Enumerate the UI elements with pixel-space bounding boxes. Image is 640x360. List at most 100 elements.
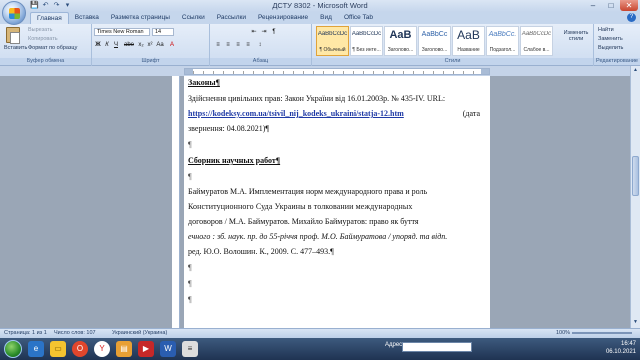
title-bar: 💾 ↶ ↷ ▾ ДСТУ 8302 - Microsoft Word – □ ✕ [0,0,640,12]
clipboard-group: Вставить Вырезать Копировать Формат по о… [0,24,92,66]
font-name-select[interactable]: Times New Roman [94,28,150,36]
minimize-button[interactable]: – [584,0,602,11]
empty-paragraph: ¶ [188,140,192,149]
format-painter-button[interactable]: Формат по образцу [28,45,77,51]
paragraph-label: Абзац [210,58,311,65]
empty-paragraph: ¶ [188,263,192,272]
style-normal[interactable]: AaBbCcDc ¶ Обычный [316,26,349,56]
zoom-level[interactable]: 100% [556,330,570,336]
paste-icon[interactable] [6,27,20,44]
find-button[interactable]: Найти [598,27,614,33]
editing-label: Редактирование [594,58,640,65]
zoom-slider[interactable] [572,332,632,334]
scroll-up-icon[interactable]: ▲ [632,67,639,75]
style-no-spacing[interactable]: AaBbCcDc ¶ Без инте... [350,26,383,56]
doc-line: Конституционного Суда Украины в толкован… [188,202,413,211]
style-title[interactable]: AaB Название [452,26,485,56]
tab-office-tab[interactable]: Office Tab [338,12,379,24]
font-label: Шрифт [92,58,209,65]
change-styles-button[interactable]: Изменить стили [560,30,592,42]
style-subtle-emphasis[interactable]: AaBbCcDc Слабое в... [520,26,553,56]
doc-line: ечного : зб. наук. пр. до 55-річчя проф.… [188,232,448,241]
document-page[interactable]: Законы¶ Здійснення цивільних прав: Закон… [184,76,490,328]
tab-home[interactable]: Главная [30,12,69,24]
font-size-select[interactable]: 14 [152,28,174,36]
system-clock[interactable]: 16:47 06.10.2021 [606,340,636,356]
close-button[interactable]: ✕ [620,0,638,11]
language-indicator[interactable]: Украинский (Украина) [112,330,167,336]
increase-indent-button[interactable]: ⇥ [260,28,268,36]
address-label: Адрес [385,342,403,348]
tab-references[interactable]: Ссылки [176,12,211,24]
doc-line: Здійснення цивільних прав: Закон України… [188,94,446,103]
ribbon: Вставить Вырезать Копировать Формат по о… [0,24,640,66]
opera-icon[interactable]: O [72,341,88,357]
vertical-ruler[interactable] [172,76,180,328]
copy-button[interactable]: Копировать [28,36,58,42]
page-count[interactable]: Страница: 1 из 1 [4,330,47,336]
horizontal-ruler[interactable] [184,68,490,75]
tab-review[interactable]: Рецензирование [252,12,314,24]
decrease-indent-button[interactable]: ⇤ [250,28,258,36]
line-spacing-button[interactable]: ↕ [256,41,264,49]
clock-date: 06.10.2021 [605,349,636,355]
style-heading-2[interactable]: AaBbCc Заголово... [418,26,451,56]
vertical-scrollbar[interactable]: ▲ ▼ [630,66,640,328]
help-icon[interactable]: ? [627,13,636,22]
folder-icon[interactable]: ▭ [50,341,66,357]
heading-laws: Законы¶ [188,78,220,87]
address-input[interactable] [402,342,472,352]
clipboard-label: Буфер обмена [0,58,91,65]
styles-group: AaBbCcDc ¶ Обычный AaBbCcDc ¶ Без инте..… [312,24,594,66]
replace-button[interactable]: Заменить [598,36,623,42]
window-title: ДСТУ 8302 - Microsoft Word [272,1,368,10]
maximize-button[interactable]: □ [602,0,620,11]
taskbar: e ▭ O Y ▤ ▶ W ≡ Адрес 16:47 06.10.2021 [0,338,640,360]
word-icon[interactable]: W [160,341,176,357]
tab-view[interactable]: Вид [314,12,338,24]
font-group: Times New Roman 14 Ж К Ч abe x₂ x² Aa A … [92,24,210,66]
paragraph-group: ≡ ≡ ≡ ≡ ¶ ↕ ⇤ ⇥ Абзац [210,24,312,66]
status-bar: Страница: 1 из 1 Число слов: 107 Украинс… [0,328,640,338]
heading-collection: Сборник научных работ¶ [188,156,281,165]
office-button[interactable] [2,1,26,25]
doc-line: договоров / М.А. Баймуратов. Михайло Бай… [188,217,419,226]
scroll-thumb[interactable] [632,156,639,196]
tab-mailings[interactable]: Рассылки [211,12,252,24]
align-right-button[interactable]: ≡ [234,41,242,49]
underline-button[interactable]: Ч [112,41,120,49]
yandex-icon[interactable]: Y [94,341,110,357]
subscript-button[interactable]: x₂ [137,41,145,49]
tab-page-layout[interactable]: Разметка страницы [105,12,176,24]
notepad-icon[interactable]: ≡ [182,341,198,357]
justify-button[interactable]: ≡ [244,41,252,49]
strikethrough-button[interactable]: abe [123,41,135,49]
change-case-button[interactable]: Aa [156,41,164,49]
tab-insert[interactable]: Вставка [69,12,105,24]
empty-paragraph: ¶ [188,295,192,304]
font-color-button[interactable]: A [168,41,176,49]
style-subtitle[interactable]: AaBbCc. Подзагол... [486,26,519,56]
italic-button[interactable]: К [103,41,111,49]
media-icon[interactable]: ▶ [138,341,154,357]
ie-icon[interactable]: e [28,341,44,357]
select-button[interactable]: Выделить [598,45,623,51]
align-center-button[interactable]: ≡ [224,41,232,49]
align-left-button[interactable]: ≡ [214,41,222,49]
style-heading-1[interactable]: AaB Заголово... [384,26,417,56]
empty-paragraph: ¶ [188,172,192,181]
ruler-bar [0,66,640,76]
scroll-down-icon[interactable]: ▼ [632,319,639,327]
paste-button[interactable]: Вставить [4,45,27,51]
archive-icon[interactable]: ▤ [116,341,132,357]
superscript-button[interactable]: x² [146,41,154,49]
doc-link-line: https://kodeksy.com.ua/tsivil_nij_kodeks… [188,109,480,118]
start-button[interactable] [4,340,22,358]
word-count[interactable]: Число слов: 107 [54,330,96,336]
kodeksy-link[interactable]: https://kodeksy.com.ua/tsivil_nij_kodeks… [188,109,404,118]
styles-label: Стили [312,58,593,65]
bold-button[interactable]: Ж [94,41,102,49]
cut-button[interactable]: Вырезать [28,27,52,33]
show-marks-button[interactable]: ¶ [270,28,278,36]
doc-line: Баймуратов М.А. Имплементация норм между… [188,187,428,196]
